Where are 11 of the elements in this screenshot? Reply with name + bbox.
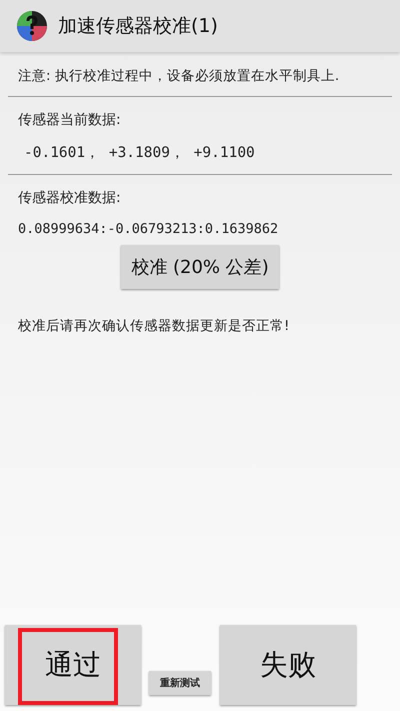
app-icon	[16, 10, 48, 42]
fail-button[interactable]: 失败	[220, 625, 356, 705]
sensor-readout: -0.1601， +3.1809， +9.1100	[23, 144, 256, 163]
calibrate-button[interactable]: 校准 (20% 公差)	[121, 245, 279, 289]
hint-text: 校准后请再次确认传感器数据更新是否正常!	[17, 317, 290, 335]
section-label: 传感器校准数据:	[17, 189, 122, 208]
calibration-readout: 0.08999634:-0.06793213:0.1639862	[17, 220, 280, 239]
notice-text: 注意: 执行校准过程中，设备必须放置在水平制具上.	[17, 67, 340, 86]
retest-button[interactable]: 重新测试	[149, 671, 211, 695]
window-title: 加速传感器校准(1)	[58, 14, 218, 39]
section-label: 传感器当前数据:	[17, 111, 122, 130]
